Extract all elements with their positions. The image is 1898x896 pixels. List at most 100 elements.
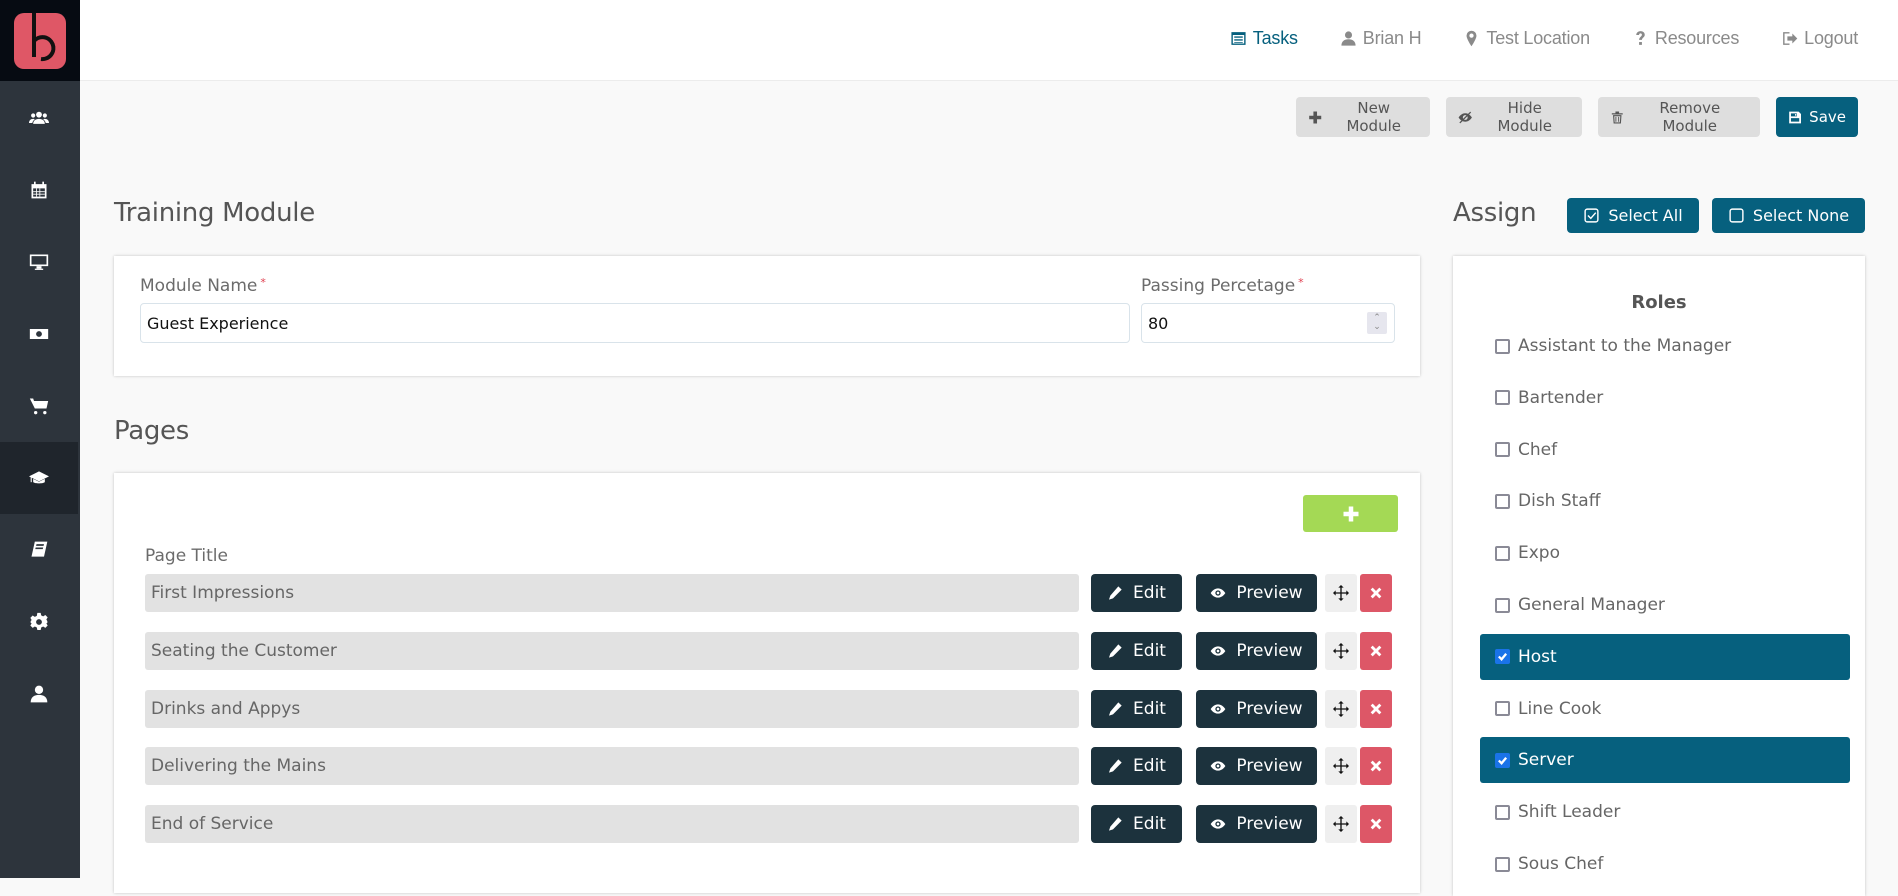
page-title-input[interactable] [145,574,1079,612]
edit-label: Edit [1133,814,1166,835]
module-details-card: Module Name* Passing Percetage* ⌃ ⌄ [114,256,1420,376]
new-module-button[interactable]: New Module [1296,97,1430,137]
role-option[interactable]: Line Cook [1480,686,1850,732]
preview-page-button[interactable]: Preview [1196,747,1317,786]
role-checkbox[interactable] [1495,338,1510,354]
reorder-handle[interactable] [1325,689,1357,728]
logo-area[interactable] [0,0,80,81]
role-option[interactable]: Host [1480,633,1850,680]
save-icon [1789,111,1801,123]
spinner-down-icon[interactable]: ⌄ [1373,323,1381,332]
nav-logout[interactable]: Logout [1781,28,1858,49]
module-name-input[interactable] [140,303,1130,343]
role-checkbox[interactable] [1495,493,1510,509]
page-title-input[interactable] [145,805,1079,844]
page-title-input[interactable] [145,689,1079,728]
role-option[interactable]: Server [1480,737,1850,784]
sidebar-item-handbook[interactable] [0,514,78,586]
delete-page-button[interactable] [1360,747,1392,786]
edit-page-button[interactable]: Edit [1091,574,1182,612]
passing-percentage-label: Passing Percetage * [1141,276,1304,296]
plus-icon [1309,110,1322,124]
page-title-input[interactable] [145,747,1079,786]
save-button[interactable]: Save [1776,97,1858,137]
role-option[interactable]: Chef [1480,427,1850,473]
page-row: Edit Preview [145,747,1395,786]
preview-label: Preview [1236,583,1303,603]
preview-page-button[interactable]: Preview [1196,805,1317,844]
user-icon [1341,31,1356,46]
required-marker: * [1298,276,1304,289]
move-icon [1333,700,1349,717]
role-option[interactable]: Dish Staff [1480,478,1850,524]
role-option[interactable]: Expo [1480,530,1850,576]
role-checkbox[interactable] [1495,701,1510,717]
sidebar-item-training[interactable] [0,442,78,514]
select-none-button[interactable]: Select None [1712,198,1865,233]
role-checkbox[interactable] [1495,856,1510,872]
edit-label: Edit [1133,583,1166,603]
sidebar-item-profile[interactable] [0,658,78,730]
edit-page-button[interactable]: Edit [1091,631,1182,670]
reorder-handle[interactable] [1325,574,1357,612]
reorder-handle[interactable] [1325,747,1357,786]
delete-page-button[interactable] [1360,574,1392,612]
preview-page-button[interactable]: Preview [1196,689,1317,728]
nav-user[interactable]: Brian H [1340,28,1422,49]
preview-page-button[interactable]: Preview [1196,631,1317,670]
role-label: Server [1518,750,1574,771]
calendar-icon [31,181,47,199]
preview-page-button[interactable]: Preview [1196,574,1317,612]
role-option[interactable]: Assistant to the Manager [1480,323,1850,369]
remove-module-button[interactable]: Remove Module [1598,97,1760,137]
role-option[interactable]: General Manager [1480,582,1850,628]
sidebar-item-settings[interactable] [0,586,78,658]
delete-page-button[interactable] [1360,631,1392,670]
preview-label: Preview [1236,640,1303,661]
nav-location[interactable]: Test Location [1463,28,1590,49]
delete-page-button[interactable] [1360,689,1392,728]
role-checkbox[interactable] [1495,442,1510,458]
sidebar-item-ordering[interactable] [0,370,78,442]
role-checkbox[interactable] [1495,545,1510,561]
role-option[interactable]: Shift Leader [1480,789,1850,835]
sidebar-item-calendar[interactable] [0,154,78,226]
top-bar: Tasks Brian H Test Location Resources Lo… [80,0,1898,81]
nav-resources[interactable]: Resources [1632,28,1739,49]
number-spinner[interactable]: ⌃ ⌄ [1367,312,1387,334]
reorder-handle[interactable] [1325,805,1357,844]
add-page-button[interactable] [1303,495,1398,532]
assign-heading: Assign [1453,198,1537,228]
role-checkbox[interactable] [1495,752,1510,768]
role-checkbox[interactable] [1495,390,1510,406]
role-checkbox[interactable] [1495,597,1510,613]
checkmark-icon [1498,653,1508,662]
delete-page-button[interactable] [1360,805,1392,844]
role-checkbox[interactable] [1495,804,1510,820]
nav-tasks[interactable]: Tasks [1230,28,1298,49]
role-option[interactable]: Sous Chef [1480,841,1850,887]
move-icon [1333,816,1349,833]
edit-page-button[interactable]: Edit [1091,689,1182,728]
sidebar-item-users[interactable] [0,82,78,154]
select-none-label: Select None [1752,206,1850,225]
page-title-input[interactable] [145,631,1079,670]
edit-page-button[interactable]: Edit [1091,805,1182,844]
edit-page-button[interactable]: Edit [1091,747,1182,786]
page-row: Edit Preview [145,689,1395,728]
select-all-button[interactable]: Select All [1567,198,1699,233]
sidebar-item-display[interactable] [0,226,78,298]
square-icon [1729,208,1744,223]
passing-percentage-input[interactable] [1141,303,1395,343]
eye-slash-icon [1458,111,1472,123]
hide-module-button[interactable]: Hide Module [1446,97,1582,137]
role-checkbox[interactable] [1495,649,1510,665]
preview-label: Preview [1236,698,1303,719]
role-label: General Manager [1518,595,1665,615]
close-icon [1370,587,1382,599]
sidebar-item-payroll[interactable] [0,298,78,370]
move-icon [1333,585,1349,601]
role-option[interactable]: Bartender [1480,375,1850,421]
gear-icon [30,612,48,630]
reorder-handle[interactable] [1325,631,1357,670]
